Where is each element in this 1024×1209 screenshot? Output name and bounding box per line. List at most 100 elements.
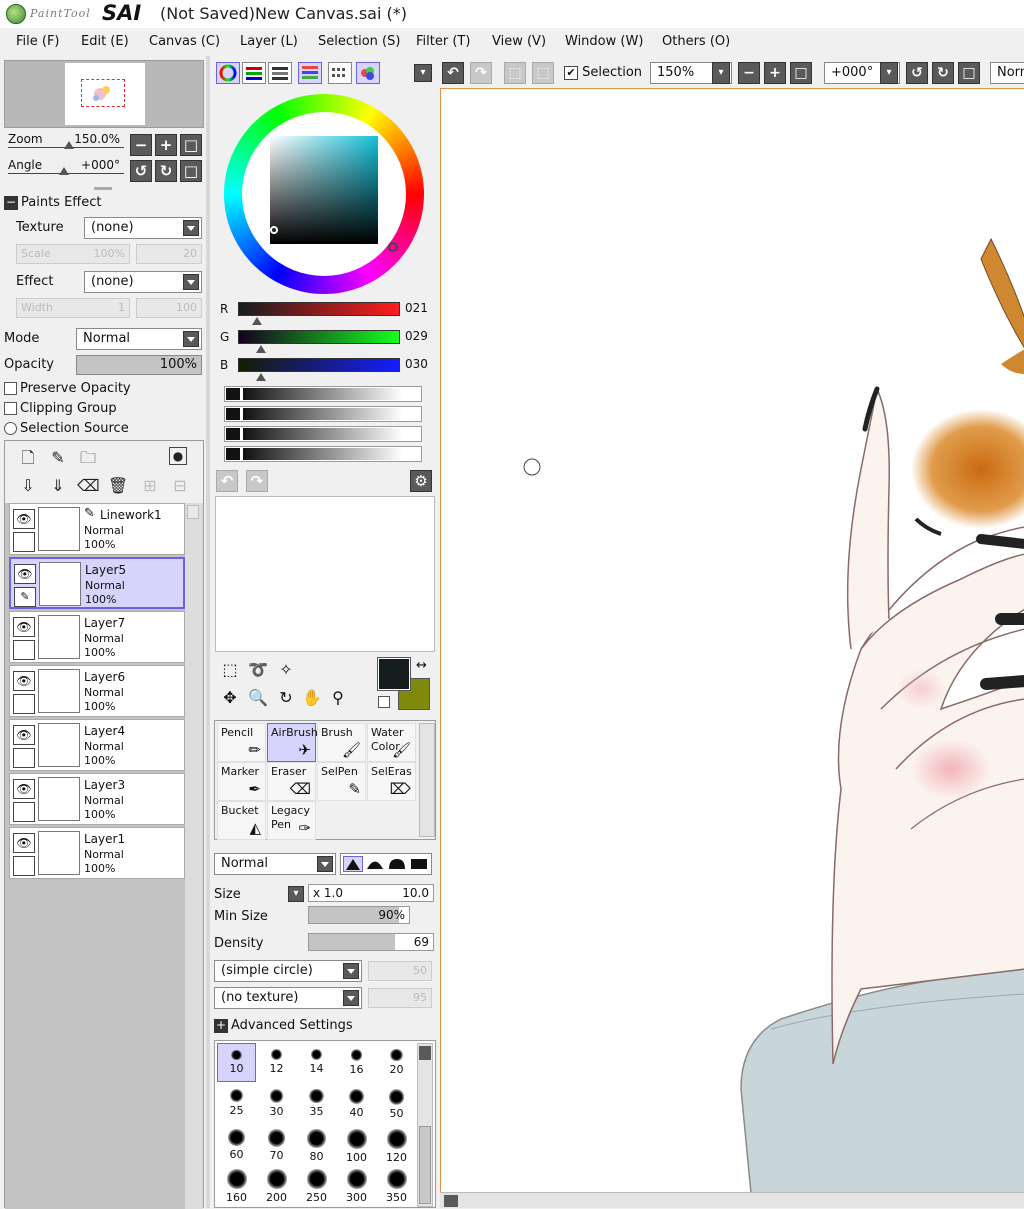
trash-icon[interactable]: 🗑	[107, 475, 129, 497]
red-slider[interactable]: R 021	[220, 300, 440, 325]
blue-slider[interactable]: B 030	[220, 356, 440, 381]
tool-brush[interactable]: Brush 🖌	[317, 723, 366, 762]
checkbox-box[interactable]	[4, 382, 17, 395]
layer-lock-box[interactable]	[13, 640, 35, 660]
layer-scrollbar[interactable]	[185, 503, 203, 1209]
effect-select[interactable]: (none)	[84, 271, 202, 293]
brush-size-preset[interactable]: 40	[337, 1083, 376, 1122]
menu-window[interactable]: Window (W)	[565, 34, 643, 49]
zoom-tool-icon[interactable]: 🔍	[246, 686, 270, 710]
scroll-left-arrow-icon[interactable]	[444, 1195, 458, 1207]
rotate-cw-button[interactable]: ↻	[155, 160, 177, 182]
tool-selpen[interactable]: SelPen ✎	[317, 762, 366, 801]
rgb-sliders-tab-icon[interactable]	[242, 62, 266, 84]
scratch-settings-button[interactable]: ⚙	[410, 470, 432, 492]
color-wheel[interactable]	[220, 90, 428, 298]
shape-preset-3[interactable]	[387, 856, 407, 872]
color-wheel-tab-icon[interactable]	[216, 62, 240, 84]
red-thumb[interactable]	[252, 317, 262, 325]
layer-mode-select[interactable]: Normal	[76, 328, 202, 350]
size-slider[interactable]: x 1.0 10.0	[308, 884, 434, 902]
brush-texture-select[interactable]: (no texture)	[214, 987, 362, 1009]
new-folder-icon[interactable]: 🗀	[77, 447, 99, 469]
rotate-ccw-button-2[interactable]: ↺	[906, 62, 928, 84]
brush-size-preset[interactable]: 300	[337, 1163, 376, 1204]
rotate-cw-button-2[interactable]: ↻	[932, 62, 954, 84]
zoom-in-button-2[interactable]: +	[764, 62, 786, 84]
brush-size-preset[interactable]: 80	[297, 1123, 336, 1163]
layer-lock-box[interactable]	[13, 748, 35, 768]
shape-preset-1[interactable]	[343, 856, 363, 872]
layer-row[interactable]: 👁 Linework1 Normal 100% ✎	[9, 503, 185, 555]
brush-size-preset[interactable]: 20	[377, 1043, 416, 1082]
layer-lock-box[interactable]	[13, 856, 35, 876]
scratchpad-tab-icon[interactable]	[356, 62, 380, 84]
rotate-reset-button[interactable]: □	[180, 160, 202, 182]
selection-source-radio[interactable]: Selection Source	[4, 421, 129, 439]
transfer-down-icon[interactable]: ⇩	[17, 475, 39, 497]
hue-cursor[interactable]	[388, 242, 398, 252]
texture-select[interactable]: (none)	[84, 217, 202, 239]
swatches-tab-icon[interactable]	[328, 62, 352, 84]
collapse-icon[interactable]: −	[4, 195, 18, 210]
menu-edit[interactable]: Edit (E)	[81, 34, 129, 49]
layer-lock-box[interactable]	[13, 802, 35, 822]
foreground-color-swatch[interactable]	[377, 657, 411, 691]
layer-row[interactable]: 👁 Layer7 Normal 100%	[9, 611, 185, 663]
blue-bar[interactable]	[238, 358, 400, 372]
gradient-bar[interactable]	[243, 388, 403, 400]
layer-lock-box[interactable]	[13, 532, 35, 552]
rotate-reset-button-2[interactable]: □	[958, 62, 980, 84]
radio-circle[interactable]	[4, 422, 17, 435]
brush-size-preset[interactable]: 120	[377, 1123, 416, 1164]
brush-size-preset[interactable]: 16	[337, 1043, 376, 1082]
brush-size-preset[interactable]: 160	[217, 1163, 256, 1204]
zoom-reset-button-2[interactable]: □	[790, 62, 812, 84]
brush-size-preset[interactable]: 100	[337, 1123, 376, 1164]
angle-thumb[interactable]	[59, 167, 69, 175]
shape-preset-2[interactable]	[365, 856, 385, 872]
rotate-tool-icon[interactable]: ↻	[274, 686, 298, 710]
eye-icon[interactable]: 👁	[13, 833, 35, 853]
layer-lock-box[interactable]	[13, 694, 35, 714]
eye-icon[interactable]: 👁	[13, 509, 35, 529]
menu-filter[interactable]: Filter (T)	[416, 34, 470, 49]
gradient-row-2[interactable]	[224, 406, 422, 422]
zoom-out-button[interactable]: −	[130, 134, 152, 156]
menu-others[interactable]: Others (O)	[662, 34, 730, 49]
brush-size-preset[interactable]: 200	[257, 1163, 296, 1204]
eye-icon[interactable]: 👁	[13, 617, 35, 637]
gradient-tab-icon[interactable]	[298, 62, 322, 84]
collapse-panel-button[interactable]: ▾	[414, 64, 432, 82]
menu-selection[interactable]: Selection (S)	[318, 34, 400, 49]
eye-icon[interactable]: 👁	[13, 779, 35, 799]
gradient-swatch[interactable]	[226, 448, 240, 460]
brush-size-preset[interactable]: 12	[257, 1043, 296, 1082]
move-icon[interactable]: ✥	[218, 686, 242, 710]
preserve-opacity-checkbox[interactable]: Preserve Opacity	[4, 381, 131, 399]
size-dropdown-button[interactable]: ▾	[288, 886, 304, 902]
transparent-color-icon[interactable]	[378, 696, 390, 708]
tool-marker[interactable]: Marker ✒	[217, 762, 266, 801]
layer-row[interactable]: 👁 Layer3 Normal 100%	[9, 773, 185, 825]
new-linework-layer-icon[interactable]: ✎	[47, 447, 69, 469]
hsv-sliders-tab-icon[interactable]	[268, 62, 292, 84]
shape-preset-4[interactable]	[409, 856, 429, 872]
drawing-canvas[interactable]	[440, 88, 1024, 1192]
gradient-row-1[interactable]	[224, 386, 422, 402]
tool-airbrush[interactable]: AirBrush ✈	[267, 723, 318, 762]
gradient-swatch[interactable]	[226, 408, 240, 420]
merge-down-icon[interactable]: ⇓	[47, 475, 69, 497]
brush-size-row[interactable]: Size ▾ x 1.0 10.0	[214, 884, 438, 906]
rect-select-icon[interactable]: ⬚	[218, 658, 242, 682]
angle-dropdown-button[interactable]: ▾	[880, 62, 898, 84]
green-bar[interactable]	[238, 330, 400, 344]
tool-seleras[interactable]: SelEras ⌦	[367, 762, 416, 801]
eye-icon[interactable]: 👁	[13, 725, 35, 745]
density-row[interactable]: Density 69	[214, 933, 438, 955]
scratchpad[interactable]	[215, 496, 435, 652]
navigator-view-rect[interactable]	[81, 79, 125, 107]
brush-size-scrollbar[interactable]	[417, 1043, 433, 1207]
menu-canvas[interactable]: Canvas (C)	[149, 34, 220, 49]
tool-water-color[interactable]: Water Color 🖌	[367, 723, 416, 762]
